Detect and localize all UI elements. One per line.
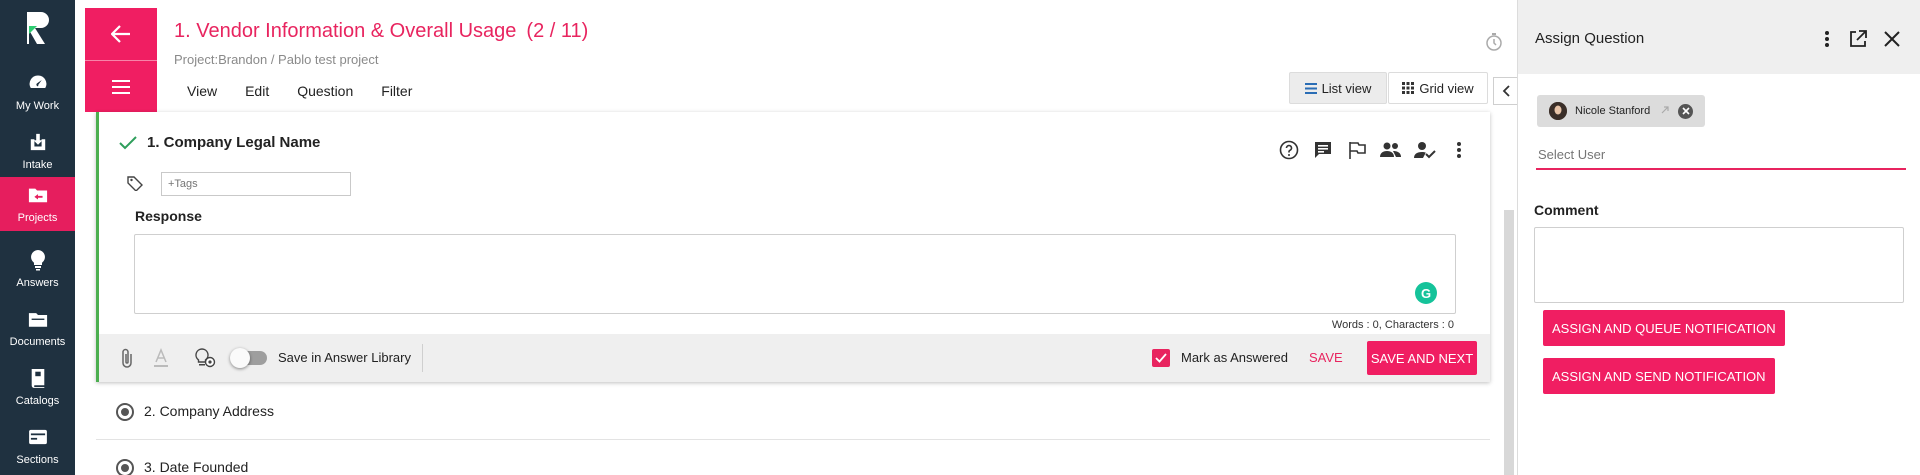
lightbulb-icon [27,249,49,271]
tags-input[interactable] [161,172,351,196]
menu-bar: View Edit Question Filter [187,83,440,99]
tag-icon [127,176,143,191]
assign-send-notification-button[interactable]: ASSIGN AND SEND NOTIFICATION [1543,358,1775,394]
timer-icon[interactable] [1484,32,1504,52]
save-library-toggle[interactable] [230,348,267,368]
menu-view[interactable]: View [187,83,217,99]
unanswered-radio-icon [116,459,134,475]
nav-label: Intake [22,159,53,171]
response-textarea[interactable] [134,234,1456,314]
chevron-left-icon [1502,85,1510,97]
question-row[interactable]: 2. Company Address [96,384,1490,440]
grid-view-label: Grid view [1419,80,1474,96]
list-icon [1304,82,1317,94]
question-title: 3. Date Founded [144,459,249,475]
comment-label: Comment [1534,202,1599,218]
menu-edit[interactable]: Edit [245,83,269,99]
nav-label: Catalogs [15,395,60,407]
nav-label: My Work [15,100,60,112]
assigned-user-name: Nicole Stanford [1575,105,1651,117]
unanswered-radio-icon [116,403,134,421]
footer-divider [422,344,423,372]
select-user-input[interactable] [1536,140,1906,170]
save-and-next-button[interactable]: SAVE AND NEXT [1367,341,1477,375]
text-format-icon[interactable] [149,346,173,370]
question-footer: Save in Answer Library Mark as Answered … [99,334,1490,382]
nav-item-sections[interactable]: Sections [0,418,75,474]
assign-question-panel: Assign Question Nicole Stanford Comment … [1517,0,1920,475]
grammarly-icon[interactable]: G [1415,282,1437,304]
assign-user-check-icon[interactable] [1412,138,1438,162]
open-external-icon[interactable] [1847,28,1869,50]
collapse-panel-button[interactable] [1493,77,1517,105]
response-label: Response [135,208,202,224]
assign-queue-notification-button[interactable]: ASSIGN AND QUEUE NOTIFICATION [1543,310,1785,346]
page-title: 1. Vendor Information & Overall Usage (2 … [174,20,588,43]
comment-textarea[interactable] [1534,227,1904,303]
hamburger-icon [112,79,130,94]
section-title: 1. Vendor Information & Overall Usage [174,20,517,42]
nav-item-my-work[interactable]: My Work [0,64,75,120]
save-library-label: Save in Answer Library [278,350,411,365]
grid-view-button[interactable]: Grid view [1388,72,1488,104]
comment-icon[interactable] [1310,138,1336,162]
panel-header: Assign Question [1518,0,1920,74]
catalog-books-icon [27,367,49,389]
panel-title: Assign Question [1535,30,1645,47]
grid-icon [1402,82,1415,94]
more-vertical-icon[interactable] [1816,28,1838,50]
mark-answered-label: Mark as Answered [1181,350,1288,365]
assigned-user-chip[interactable]: Nicole Stanford [1537,95,1705,127]
hamburger-menu-button[interactable] [85,61,157,112]
dashboard-gauge-icon [27,72,49,94]
nav-item-catalogs[interactable]: Catalogs [0,359,75,415]
menu-filter[interactable]: Filter [381,83,412,99]
question-toolbar [1276,138,1472,162]
close-icon[interactable] [1881,28,1903,50]
project-breadcrumb: Project:Brandon / Pablo test project [174,52,379,67]
pin-icon[interactable] [1660,105,1670,118]
list-view-button[interactable]: List view [1289,72,1387,104]
remove-user-icon[interactable] [1678,103,1694,119]
nav-item-answers[interactable]: Answers [0,241,75,297]
answered-check-icon [119,136,137,150]
suggest-answer-icon[interactable] [193,346,217,370]
menu-question[interactable]: Question [297,83,353,99]
nav-label: Projects [17,212,58,224]
avatar [1549,102,1567,120]
assignees-icon[interactable] [1378,138,1404,162]
section-count: (2 / 11) [526,20,589,42]
more-vertical-icon[interactable] [1446,138,1472,162]
arrow-left-icon [111,25,130,43]
nav-label: Answers [16,277,59,289]
projects-folder-icon [27,184,49,206]
app-logo[interactable] [0,0,75,56]
flag-icon[interactable] [1344,138,1370,162]
nav-label: Sections [16,454,59,466]
question-row[interactable]: 3. Date Founded [96,440,1490,475]
back-button[interactable] [85,8,157,60]
sections-card-icon [27,426,49,448]
mark-answered-checkbox[interactable] [1152,349,1170,367]
inbox-download-icon [27,131,49,153]
nav-item-projects[interactable]: Projects [0,177,75,231]
vertical-scrollbar[interactable] [1504,210,1514,475]
header-action-block [85,8,157,112]
toggle-knob [230,348,250,368]
question-title[interactable]: 1. Company Legal Name [147,134,320,151]
question-title: 2. Company Address [144,403,274,419]
nav-item-intake[interactable]: Intake [0,123,75,179]
nav-label: Documents [9,336,66,348]
help-icon[interactable] [1276,138,1302,162]
question-card-expanded: 1. Company Legal Name Response G Words :… [96,112,1490,382]
nav-item-documents[interactable]: Documents [0,300,75,356]
attachment-icon[interactable] [115,346,139,370]
list-view-label: List view [1321,80,1372,96]
word-character-count: Words : 0, Characters : 0 [1331,319,1454,331]
save-button[interactable]: SAVE [1309,350,1343,365]
logo-icon [26,12,49,44]
folder-icon [27,308,49,330]
checkmark-icon [1155,353,1167,363]
left-nav: My Work Intake Projects Answers Document… [0,0,75,475]
